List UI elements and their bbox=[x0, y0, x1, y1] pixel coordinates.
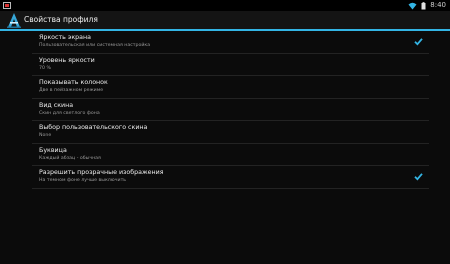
setting-summary: 70 % bbox=[39, 65, 51, 71]
setting-title: Выбор пользовательского скина bbox=[39, 124, 148, 131]
setting-summary: Две в пейзажном режиме bbox=[39, 88, 104, 93]
setting-summary: Каждый абзац - обычная bbox=[39, 155, 101, 161]
setting-skin-type[interactable]: Вид скина Скин для светлого фона bbox=[32, 99, 429, 121]
setting-title: Яркость экрана bbox=[39, 34, 91, 41]
checkmark-icon[interactable] bbox=[414, 172, 423, 181]
setting-title: Вид скина bbox=[39, 101, 74, 109]
wifi-icon bbox=[408, 2, 417, 9]
page-title: Свойства профиля bbox=[24, 15, 98, 24]
action-bar: Свойства профиля bbox=[0, 11, 450, 29]
setting-transparent-images[interactable]: Разрешить прозрачные изображения На темн… bbox=[32, 166, 429, 189]
setting-screen-brightness[interactable]: Яркость экрана Пользовательская или сист… bbox=[32, 31, 429, 54]
setting-title: Уровень яркости bbox=[39, 56, 95, 64]
setting-summary: Пользовательская или системная настройка bbox=[39, 43, 151, 48]
setting-title: Показывать колонок bbox=[39, 79, 108, 86]
setting-summary: None bbox=[39, 133, 52, 138]
status-bar: 8:40 bbox=[0, 0, 450, 11]
setting-custom-skin[interactable]: Выбор пользовательского скина None bbox=[32, 121, 429, 144]
settings-list: Яркость экрана Пользовательская или сист… bbox=[32, 31, 429, 189]
setting-brightness-level[interactable]: Уровень яркости 70 % bbox=[32, 54, 429, 76]
checkmark-icon[interactable] bbox=[414, 37, 423, 46]
setting-drop-cap[interactable]: Буквица Каждый абзац - обычная bbox=[32, 144, 429, 166]
setting-summary: Скин для светлого фона bbox=[39, 110, 100, 116]
app-logo-icon[interactable] bbox=[7, 12, 21, 28]
setting-title: Буквица bbox=[39, 146, 67, 154]
notification-icon bbox=[3, 2, 11, 9]
setting-title: Разрешить прозрачные изображения bbox=[39, 169, 164, 176]
setting-columns[interactable]: Показывать колонок Две в пейзажном режим… bbox=[32, 76, 429, 99]
setting-summary: На темном фоне лучше выключить bbox=[39, 178, 127, 183]
clock: 8:40 bbox=[430, 1, 446, 9]
battery-icon bbox=[421, 1, 426, 9]
